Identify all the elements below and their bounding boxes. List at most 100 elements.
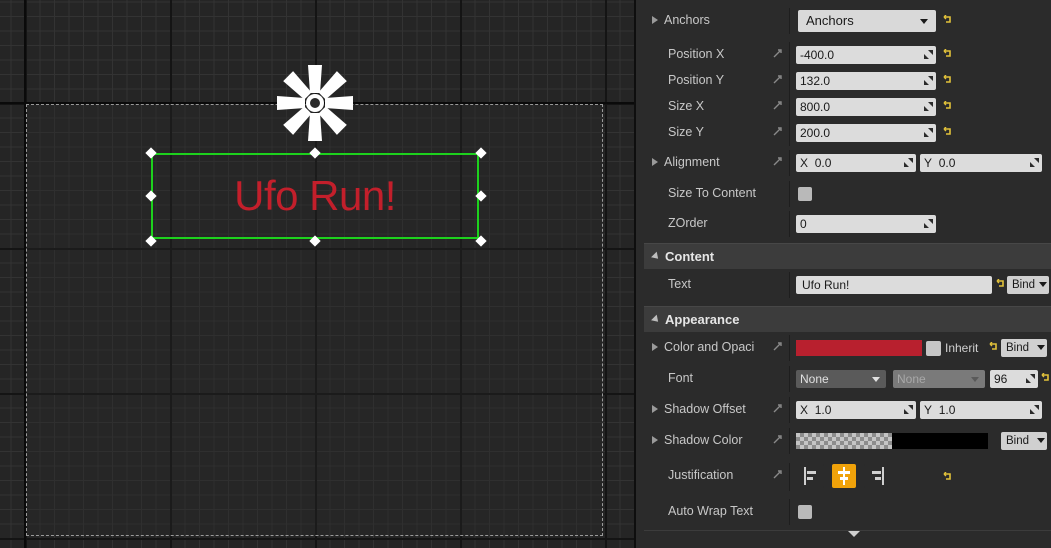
shadow-color-label: Shadow Color bbox=[664, 433, 743, 447]
spin-arrows-icon[interactable] bbox=[904, 158, 913, 167]
chevron-down-icon bbox=[1037, 438, 1045, 443]
spin-arrows-icon[interactable] bbox=[924, 50, 933, 59]
justify-center-button[interactable] bbox=[832, 464, 856, 488]
appearance-section-header[interactable]: Appearance bbox=[644, 306, 1051, 332]
column-splitter[interactable] bbox=[789, 397, 790, 423]
color-bind-button[interactable]: Bind bbox=[1001, 339, 1047, 357]
alignment-y-field[interactable]: Y 0.0 bbox=[920, 154, 1042, 172]
position-x-label: Position X bbox=[668, 47, 725, 61]
binding-link-icon[interactable] bbox=[772, 48, 784, 60]
font-size-field[interactable]: 96 bbox=[990, 370, 1038, 388]
content-section-header[interactable]: Content bbox=[644, 243, 1051, 269]
reset-to-default-icon[interactable] bbox=[943, 472, 952, 481]
font-family-dropdown[interactable]: None bbox=[796, 370, 886, 388]
selected-text-widget[interactable]: Ufo Run! bbox=[151, 153, 479, 239]
spin-arrows-icon[interactable] bbox=[1030, 405, 1039, 414]
text-bind-button[interactable]: Bind bbox=[1007, 276, 1049, 294]
binding-link-icon[interactable] bbox=[772, 434, 784, 446]
expand-triangle-icon[interactable] bbox=[652, 16, 658, 24]
column-splitter[interactable] bbox=[789, 94, 790, 120]
position-y-value: 132.0 bbox=[800, 74, 831, 88]
position-x-field[interactable]: -400.0 bbox=[796, 46, 936, 64]
collapse-triangle-icon bbox=[651, 251, 661, 262]
binding-link-icon[interactable] bbox=[772, 403, 784, 415]
text-input[interactable]: Ufo Run! bbox=[796, 276, 992, 294]
spin-arrows-icon[interactable] bbox=[924, 76, 933, 85]
spin-arrows-icon[interactable] bbox=[924, 128, 933, 137]
reset-to-default-icon[interactable] bbox=[1041, 373, 1050, 382]
shadow-offset-row: Shadow Offset X 1.0 Y 1.0 bbox=[644, 397, 1047, 423]
column-splitter[interactable] bbox=[789, 181, 790, 207]
column-splitter[interactable] bbox=[789, 68, 790, 94]
reset-to-default-icon[interactable] bbox=[943, 75, 952, 84]
position-y-field[interactable]: 132.0 bbox=[796, 72, 936, 90]
font-typeface-dropdown[interactable]: None bbox=[893, 370, 985, 388]
inherit-checkbox[interactable] bbox=[926, 341, 941, 356]
spin-arrows-icon[interactable] bbox=[924, 219, 933, 228]
reset-to-default-icon[interactable] bbox=[943, 101, 952, 110]
center-align-icon bbox=[838, 467, 850, 485]
column-splitter[interactable] bbox=[789, 463, 790, 491]
shadow-y-axis-label: Y bbox=[924, 403, 933, 417]
column-splitter[interactable] bbox=[789, 211, 790, 237]
shadow-offset-y-field[interactable]: Y 1.0 bbox=[920, 401, 1042, 419]
expand-triangle-icon[interactable] bbox=[652, 343, 658, 351]
alignment-row: Alignment X 0.0 Y 0.0 bbox=[644, 150, 1047, 176]
column-splitter[interactable] bbox=[789, 120, 790, 146]
binding-link-icon[interactable] bbox=[772, 126, 784, 138]
binding-link-icon[interactable] bbox=[772, 74, 784, 86]
expand-triangle-icon[interactable] bbox=[652, 405, 658, 413]
justification-row: Justification bbox=[644, 463, 1047, 491]
auto-wrap-label: Auto Wrap Text bbox=[668, 504, 753, 518]
alignment-x-field[interactable]: X 0.0 bbox=[796, 154, 916, 172]
show-advanced-arrow-icon[interactable] bbox=[848, 531, 860, 537]
column-splitter[interactable] bbox=[789, 150, 790, 176]
anchor-medallion-icon[interactable] bbox=[274, 62, 356, 144]
reset-to-default-icon[interactable] bbox=[989, 342, 998, 351]
size-x-field[interactable]: 800.0 bbox=[796, 98, 936, 116]
reset-to-default-icon[interactable] bbox=[943, 49, 952, 58]
designer-canvas[interactable]: Ufo Run! bbox=[0, 0, 634, 548]
spin-arrows-icon[interactable] bbox=[924, 102, 933, 111]
column-splitter[interactable] bbox=[789, 335, 790, 361]
size-y-field[interactable]: 200.0 bbox=[796, 124, 936, 142]
binding-link-icon[interactable] bbox=[772, 100, 784, 112]
reset-to-default-icon[interactable] bbox=[943, 15, 952, 24]
shadow-offset-x-field[interactable]: X 1.0 bbox=[796, 401, 916, 419]
alignment-x-value: 0.0 bbox=[814, 156, 832, 170]
anchors-dropdown[interactable]: Anchors bbox=[798, 10, 936, 32]
reset-to-default-icon[interactable] bbox=[943, 127, 952, 136]
zorder-field[interactable]: 0 bbox=[796, 215, 936, 233]
expand-triangle-icon[interactable] bbox=[652, 158, 658, 166]
anchors-row: Anchors Anchors bbox=[644, 8, 1047, 34]
reset-to-default-icon[interactable] bbox=[996, 279, 1005, 288]
spin-arrows-icon[interactable] bbox=[1026, 374, 1035, 383]
color-swatch[interactable] bbox=[796, 340, 922, 356]
binding-link-icon[interactable] bbox=[772, 469, 784, 481]
justify-right-button[interactable] bbox=[864, 464, 888, 488]
spin-arrows-icon[interactable] bbox=[904, 405, 913, 414]
column-splitter[interactable] bbox=[789, 366, 790, 392]
details-panel: Anchors Anchors Position X -400.0 Positi… bbox=[636, 0, 1051, 548]
size-to-content-row: Size To Content bbox=[644, 181, 1047, 207]
column-splitter[interactable] bbox=[789, 428, 790, 454]
column-splitter[interactable] bbox=[789, 42, 790, 68]
justification-label: Justification bbox=[668, 468, 734, 482]
binding-link-icon[interactable] bbox=[772, 156, 784, 168]
expand-triangle-icon[interactable] bbox=[652, 436, 658, 444]
shadow-color-swatch[interactable] bbox=[892, 433, 988, 449]
justify-left-button[interactable] bbox=[800, 464, 824, 488]
color-opacity-row: Color and Opaci Inherit Bind bbox=[644, 335, 1047, 361]
bind-label: Bind bbox=[1006, 435, 1030, 447]
column-splitter[interactable] bbox=[789, 272, 790, 298]
column-splitter[interactable] bbox=[789, 8, 790, 34]
font-label: Font bbox=[668, 371, 694, 385]
auto-wrap-checkbox[interactable] bbox=[798, 505, 812, 519]
size-to-content-checkbox[interactable] bbox=[798, 187, 812, 201]
spin-arrows-icon[interactable] bbox=[1030, 158, 1039, 167]
size-x-value: 800.0 bbox=[800, 100, 831, 114]
column-splitter[interactable] bbox=[789, 499, 790, 525]
shadow-alpha-swatch[interactable] bbox=[796, 433, 892, 449]
binding-link-icon[interactable] bbox=[772, 341, 784, 353]
shadow-bind-button[interactable]: Bind bbox=[1001, 432, 1047, 450]
